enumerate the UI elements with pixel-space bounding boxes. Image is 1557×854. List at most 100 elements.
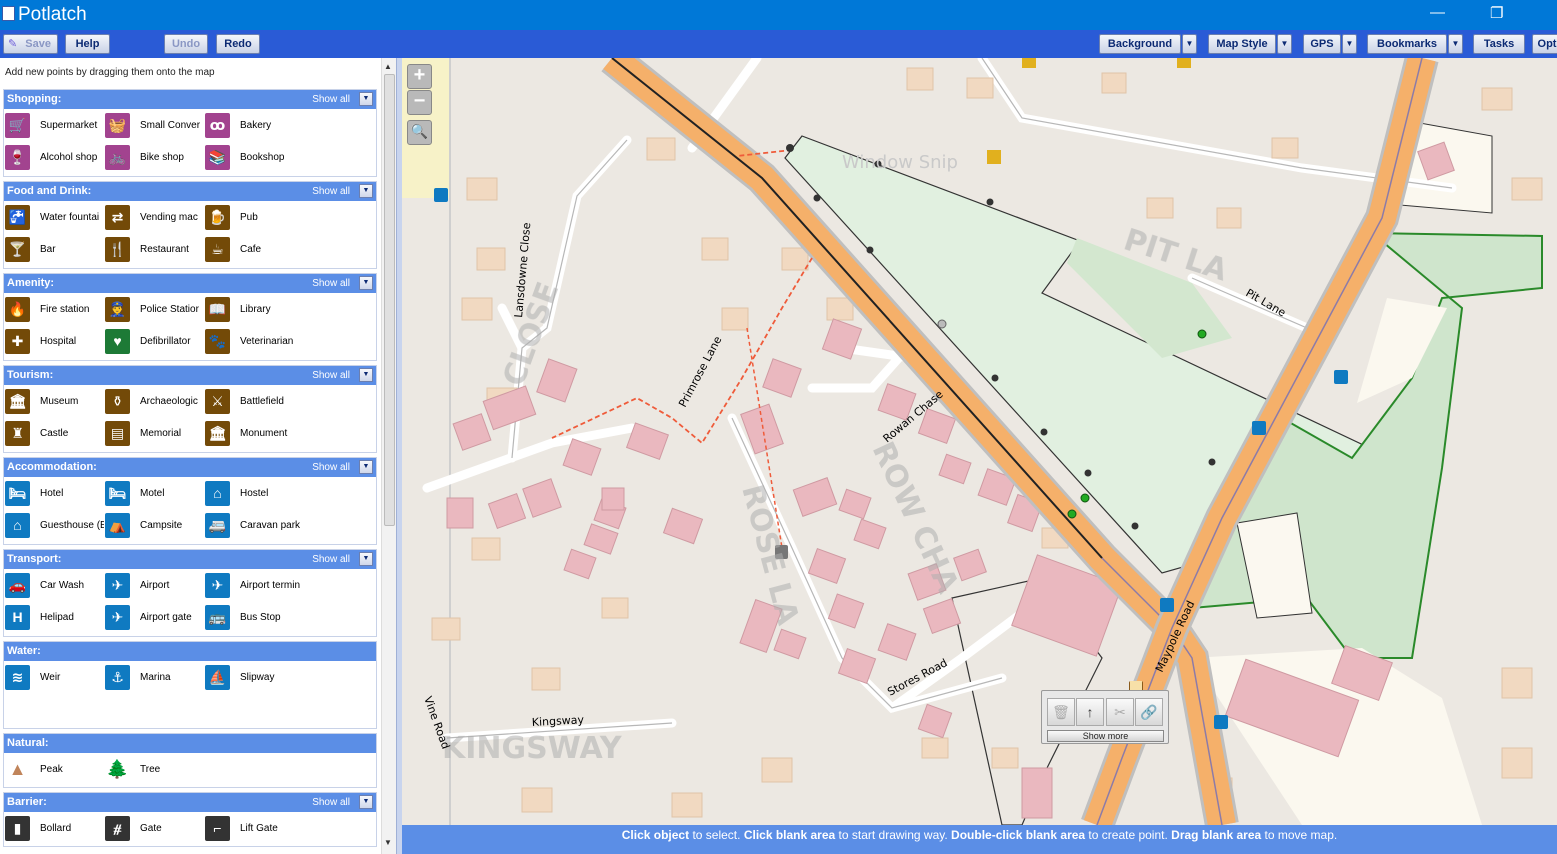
- palette-item[interactable]: 🏛 Monument: [205, 421, 305, 447]
- show-more-button[interactable]: Show more: [1047, 730, 1164, 742]
- split-button[interactable]: ✂: [1106, 698, 1134, 726]
- palette-item[interactable]: 🍺 Pub: [205, 205, 305, 231]
- palette-item-label: Bus Stop: [240, 612, 281, 623]
- bookmarks-dropdown[interactable]: ▼: [1448, 34, 1463, 54]
- chevron-down-icon[interactable]: ▼: [359, 276, 373, 290]
- map-style-dropdown[interactable]: ▼: [1277, 34, 1292, 54]
- bookmarks-button[interactable]: Bookmarks: [1367, 34, 1447, 54]
- palette-item[interactable]: 🛒 Supermarket: [5, 113, 105, 139]
- save-button[interactable]: ✎ Save: [3, 34, 58, 54]
- category-header[interactable]: Food and Drink: Show all ▼: [4, 182, 376, 201]
- category-header[interactable]: Barrier: Show all ▼: [4, 793, 376, 812]
- palette-item[interactable]: ⌐ Lift Gate: [205, 816, 305, 842]
- palette-item[interactable]: 🍸 Bar: [5, 237, 105, 263]
- palette-item[interactable]: 🐾 Veterinarian: [205, 329, 305, 355]
- palette-item[interactable]: H Helipad: [5, 605, 105, 631]
- palette-item[interactable]: 🚗 Car Wash: [5, 573, 105, 599]
- palette-item[interactable]: ▤ Memorial: [105, 421, 205, 447]
- category-header[interactable]: Tourism: Show all ▼: [4, 366, 376, 385]
- show-all-link[interactable]: Show all: [312, 793, 350, 812]
- palette-item[interactable]: 🚌 Bus Stop: [205, 605, 305, 631]
- palette-item[interactable]: 📖 Library: [205, 297, 305, 323]
- background-button[interactable]: Background: [1099, 34, 1181, 54]
- palette-item[interactable]: ⚱ Archaeologic: [105, 389, 205, 415]
- chevron-down-icon[interactable]: ▼: [359, 460, 373, 474]
- palette-item[interactable]: ✈ Airport: [105, 573, 205, 599]
- palette-item[interactable]: ⛺ Campsite: [105, 513, 205, 539]
- palette-item[interactable]: 🛏 Hotel: [5, 481, 105, 507]
- redo-button[interactable]: Redo: [216, 34, 260, 54]
- background-dropdown[interactable]: ▼: [1182, 34, 1197, 54]
- map-graphics[interactable]: CLOSE ROSE LA ROW CHA PIT LA KINGSWAY Wi…: [402, 58, 1557, 825]
- category-header[interactable]: Shopping: Show all ▼: [4, 90, 376, 109]
- palette-item[interactable]: 🍴 Restaurant: [105, 237, 205, 263]
- show-all-link[interactable]: Show all: [312, 550, 350, 569]
- map-style-button[interactable]: Map Style: [1208, 34, 1276, 54]
- gps-dropdown[interactable]: ▼: [1342, 34, 1357, 54]
- undo-button[interactable]: Undo: [164, 34, 208, 54]
- search-button[interactable]: 🔍: [407, 120, 432, 145]
- minimize-button[interactable]: —: [1430, 4, 1445, 21]
- show-all-link[interactable]: Show all: [312, 366, 350, 385]
- gps-button[interactable]: GPS: [1303, 34, 1341, 54]
- scroll-down-icon[interactable]: ▼: [384, 838, 392, 847]
- palette-item-label: Supermarket: [40, 120, 98, 131]
- zoom-out-button[interactable]: −: [407, 90, 432, 115]
- palette-item[interactable]: 🚐 Caravan park: [205, 513, 305, 539]
- palette-item[interactable]: 🚰 Water fountai: [5, 205, 105, 231]
- palette-item-label: Vending mac: [140, 212, 198, 223]
- chevron-down-icon[interactable]: ▼: [359, 368, 373, 382]
- palette-item[interactable]: ♥ Defibrillator: [105, 329, 205, 355]
- show-all-link[interactable]: Show all: [312, 458, 350, 477]
- category-header[interactable]: Accommodation: Show all ▼: [4, 458, 376, 477]
- palette-item[interactable]: ⚔ Battlefield: [205, 389, 305, 415]
- palette-item[interactable]: ♜ Castle: [5, 421, 105, 447]
- palette-item[interactable]: 🛏 Motel: [105, 481, 205, 507]
- palette-item[interactable]: ⇄ Vending mac: [105, 205, 205, 231]
- chevron-down-icon[interactable]: ▼: [359, 92, 373, 106]
- palette-item[interactable]: 🧺 Small Conver: [105, 113, 205, 139]
- palette-item[interactable]: 🚲 Bike shop: [105, 145, 205, 171]
- palette-item[interactable]: 📚 Bookshop: [205, 145, 305, 171]
- palette-item[interactable]: ⛵ Slipway: [205, 665, 305, 691]
- restore-button[interactable]: ❐: [1490, 4, 1503, 22]
- show-all-link[interactable]: Show all: [312, 90, 350, 109]
- palette-item[interactable]: ⧣ Gate: [105, 816, 205, 842]
- category-header[interactable]: Amenity: Show all ▼: [4, 274, 376, 293]
- category-header[interactable]: Natural:: [4, 734, 376, 753]
- chevron-down-icon[interactable]: ▼: [359, 552, 373, 566]
- palette-item[interactable]: ≋ Weir: [5, 665, 105, 691]
- palette-item[interactable]: ☕ Cafe: [205, 237, 305, 263]
- options-button[interactable]: Opt: [1532, 34, 1557, 54]
- merge-button[interactable]: 🔗: [1135, 698, 1163, 726]
- palette-item[interactable]: ✈ Airport gate: [105, 605, 205, 631]
- category-header[interactable]: Transport: Show all ▼: [4, 550, 376, 569]
- palette-item[interactable]: 👮 Police Statior: [105, 297, 205, 323]
- delete-button[interactable]: 🗑: [1047, 698, 1075, 726]
- map-canvas[interactable]: CLOSE ROSE LA ROW CHA PIT LA KINGSWAY Wi…: [402, 58, 1557, 825]
- palette-item[interactable]: ✈ Airport termin: [205, 573, 305, 599]
- help-button[interactable]: Help: [65, 34, 110, 54]
- reverse-button[interactable]: ↑: [1076, 698, 1104, 726]
- palette-item[interactable]: ▮ Bollard: [5, 816, 105, 842]
- tasks-button[interactable]: Tasks: [1473, 34, 1525, 54]
- show-all-link[interactable]: Show all: [312, 274, 350, 293]
- palette-item[interactable]: ⌂ Guesthouse (E: [5, 513, 105, 539]
- palette-item[interactable]: ⌂ Hostel: [205, 481, 305, 507]
- category-header[interactable]: Water:: [4, 642, 376, 661]
- palette-item[interactable]: ꝏ Bakery: [205, 113, 305, 139]
- chevron-down-icon[interactable]: ▼: [359, 795, 373, 809]
- palette-item[interactable]: 🏛 Museum: [5, 389, 105, 415]
- palette-item[interactable]: 🍷 Alcohol shop: [5, 145, 105, 171]
- show-all-link[interactable]: Show all: [312, 182, 350, 201]
- scroll-up-icon[interactable]: ▲: [384, 62, 392, 71]
- palette-item[interactable]: 🌲 Tree: [105, 757, 205, 783]
- palette-item[interactable]: 🔥 Fire station: [5, 297, 105, 323]
- palette-item[interactable]: ▲ Peak: [5, 757, 105, 783]
- palette-scrollbar[interactable]: ▲ ▼: [381, 58, 396, 854]
- palette-item[interactable]: ✚ Hospital: [5, 329, 105, 355]
- scroll-thumb[interactable]: [384, 74, 395, 526]
- palette-item[interactable]: ⚓ Marina: [105, 665, 205, 691]
- zoom-in-button[interactable]: +: [407, 64, 432, 89]
- chevron-down-icon[interactable]: ▼: [359, 184, 373, 198]
